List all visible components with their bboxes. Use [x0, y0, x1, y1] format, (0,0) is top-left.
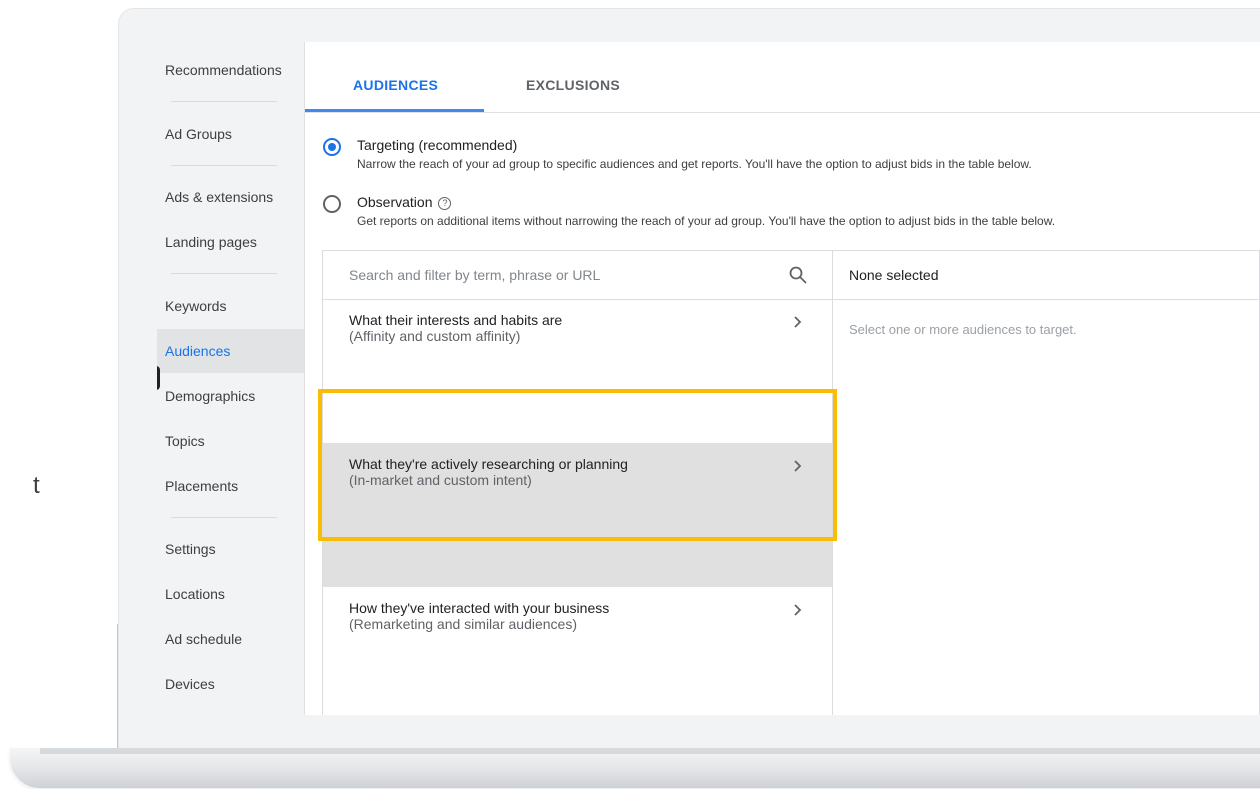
category-subtitle: (Affinity and custom affinity) — [349, 328, 521, 344]
search-bar[interactable]: Search and filter by term, phrase or URL — [323, 251, 832, 300]
sidebar-item-devices[interactable]: Devices — [157, 662, 304, 706]
category-in-market[interactable]: What they're actively researching or pla… — [323, 443, 832, 587]
category-remarketing[interactable]: How they've interacted with your busines… — [323, 587, 832, 715]
sidebar-divider — [171, 273, 277, 274]
tab-bar: AUDIENCES EXCLUSIONS — [305, 42, 1260, 113]
search-input[interactable]: Search and filter by term, phrase or URL — [349, 267, 600, 283]
tab-audiences[interactable]: AUDIENCES — [353, 77, 438, 93]
sidebar-item-ad-schedule[interactable]: Ad schedule — [157, 617, 304, 661]
sidebar-item-settings[interactable]: Settings — [157, 527, 304, 571]
empty-selection-message: Select one or more audiences to target. — [849, 322, 1077, 337]
observation-label-row: Observation? — [357, 194, 452, 210]
sidebar-nav: Recommendations Ad Groups Ads & extensio… — [157, 42, 305, 715]
sidebar-item-ad-groups[interactable]: Ad Groups — [157, 112, 304, 156]
observation-description: Get reports on additional items without … — [357, 214, 1056, 228]
audience-picker: Search and filter by term, phrase or URL… — [318, 250, 1260, 715]
search-icon[interactable] — [789, 266, 807, 284]
chevron-right-icon — [794, 604, 802, 616]
sidebar-item-audiences[interactable]: Audiences — [157, 329, 304, 373]
category-title: What they're actively researching or pla… — [349, 456, 628, 472]
sidebar-item-recommendations[interactable]: Recommendations — [157, 48, 304, 92]
chevron-right-icon — [794, 460, 802, 472]
sidebar-item-locations[interactable]: Locations — [157, 572, 304, 616]
cropped-text-fragment: t — [33, 472, 40, 499]
sidebar-item-topics[interactable]: Topics — [157, 419, 304, 463]
targeting-radio[interactable] — [323, 138, 341, 156]
active-tab-indicator — [305, 109, 484, 112]
category-subtitle: (Remarketing and similar audiences) — [349, 616, 577, 632]
observation-radio[interactable] — [323, 195, 341, 213]
category-affinity[interactable]: What their interests and habits are (Aff… — [323, 299, 832, 443]
sidebar-item-demographics[interactable]: Demographics — [157, 374, 304, 418]
selected-audiences-pane: None selected Select one or more audienc… — [833, 251, 1260, 715]
tab-exclusions[interactable]: EXCLUSIONS — [526, 77, 620, 93]
main-content: AUDIENCES EXCLUSIONS Targeting (recommen… — [305, 42, 1260, 715]
chevron-right-icon — [794, 316, 802, 328]
observation-label: Observation — [357, 194, 433, 210]
help-icon[interactable]: ? — [438, 197, 452, 210]
targeting-description: Narrow the reach of your ad group to spe… — [357, 157, 1032, 171]
audience-browse-pane: Search and filter by term, phrase or URL… — [318, 251, 837, 715]
sidebar-divider — [171, 101, 277, 102]
sidebar-item-ads-extensions[interactable]: Ads & extensions — [157, 175, 304, 219]
category-title: What their interests and habits are — [349, 312, 563, 328]
selected-count-label: None selected — [849, 267, 939, 283]
app-screen: Recommendations Ad Groups Ads & extensio… — [157, 42, 1260, 715]
category-title: How they've interacted with your busines… — [349, 600, 610, 616]
sidebar-divider — [171, 165, 277, 166]
targeting-label: Targeting (recommended) — [357, 137, 518, 153]
sidebar-item-landing-pages[interactable]: Landing pages — [157, 220, 304, 264]
laptop-base — [10, 748, 1260, 788]
nav-edge-marker — [157, 366, 160, 390]
sidebar-divider — [171, 517, 277, 518]
category-subtitle: (In-market and custom intent) — [349, 472, 532, 488]
sidebar-item-placements[interactable]: Placements — [157, 464, 304, 508]
sidebar-item-keywords[interactable]: Keywords — [157, 284, 304, 328]
selected-header: None selected — [833, 251, 1260, 300]
